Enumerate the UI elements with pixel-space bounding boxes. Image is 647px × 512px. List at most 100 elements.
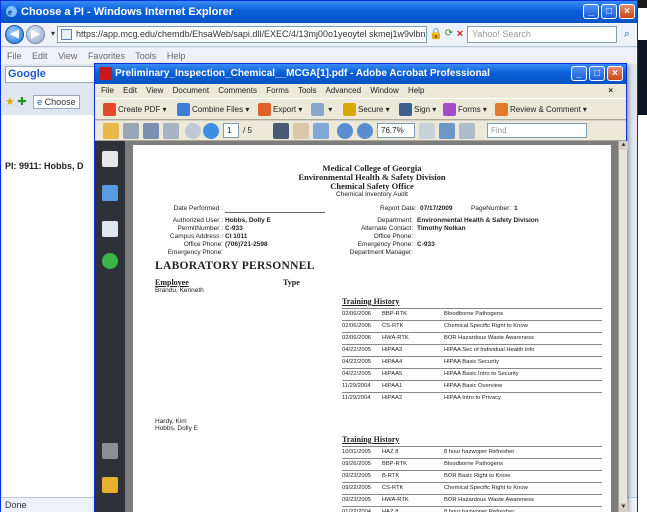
ie-menu-favorites[interactable]: Favorites bbox=[88, 51, 125, 61]
zoom-dropdown-icon[interactable] bbox=[419, 123, 435, 139]
how-to-icon[interactable] bbox=[102, 253, 118, 269]
ie-minimize-button[interactable]: _ bbox=[583, 4, 599, 19]
training-course: BOR Basic Right to Know bbox=[444, 473, 511, 479]
training-row: 09/23/2005 B-RTK BOR Basic Right to Know bbox=[342, 471, 602, 482]
menu-window[interactable]: Window bbox=[370, 86, 398, 95]
search-input[interactable]: Yahoo! Search bbox=[467, 26, 617, 43]
training-course: HIPAA Intro to Privacy bbox=[444, 395, 501, 401]
bookmarks-icon[interactable] bbox=[102, 185, 118, 201]
ie-menu-view[interactable]: View bbox=[58, 51, 77, 61]
google-toolbar[interactable]: Google bbox=[5, 66, 97, 83]
page-number-value: 1 bbox=[514, 205, 518, 212]
header-line-3: Chemical Safety Office bbox=[330, 181, 414, 191]
acrobat-close-button[interactable]: × bbox=[607, 66, 623, 81]
print-icon[interactable] bbox=[123, 123, 139, 139]
acrobat-minimize-button[interactable]: _ bbox=[571, 66, 587, 81]
training-row: 02/06/2006 BBP-RTK Bloodborne Pathogens bbox=[342, 309, 602, 320]
ie-menu-edit[interactable]: Edit bbox=[32, 51, 48, 61]
zoom-tool-icon[interactable] bbox=[313, 123, 329, 139]
ie-menu-tools[interactable]: Tools bbox=[135, 51, 156, 61]
menu-forms[interactable]: Forms bbox=[266, 86, 289, 95]
training-row: 09/26/2005 BBP-RTK Bloodborne Pathogens bbox=[342, 459, 602, 470]
ie-title-bar: e Choose a PI - Windows Internet Explore… bbox=[1, 1, 637, 23]
training-code: HIPAA3 bbox=[382, 347, 403, 353]
menu-help[interactable]: Help bbox=[408, 86, 424, 95]
alternate-contact-value: Timothy Nolkan bbox=[417, 225, 466, 232]
navigation-toolbar: 1 / 5 76.7% Find bbox=[95, 121, 626, 141]
ie-tab[interactable]: e Choose bbox=[33, 95, 80, 109]
menu-comments[interactable]: Comments bbox=[218, 86, 257, 95]
fit-page-icon[interactable] bbox=[439, 123, 455, 139]
training-date: 04/22/2005 bbox=[342, 371, 372, 377]
lock-icon[interactable]: 🔒 bbox=[429, 27, 443, 41]
menu-advanced[interactable]: Advanced bbox=[325, 86, 361, 95]
zoom-input[interactable]: 76.7% bbox=[377, 123, 415, 138]
department-label: Department: bbox=[377, 217, 413, 224]
ie-menu-bar: File Edit View Favorites Tools Help bbox=[1, 48, 637, 64]
menu-edit[interactable]: Edit bbox=[123, 86, 137, 95]
search-go-icon[interactable]: ⌕ bbox=[620, 27, 634, 41]
ie-menu-file[interactable]: File bbox=[7, 51, 22, 61]
comments-icon[interactable] bbox=[102, 477, 118, 493]
email-icon[interactable] bbox=[163, 123, 179, 139]
page-number-input[interactable]: 1 bbox=[223, 123, 239, 138]
export-button[interactable]: Export ▾ bbox=[258, 102, 302, 118]
lock-icon bbox=[343, 103, 356, 117]
scroll-down-icon[interactable]: ▼ bbox=[619, 503, 628, 512]
ie-maximize-button[interactable]: □ bbox=[601, 4, 617, 19]
training-code: HIPAA1 bbox=[382, 383, 403, 389]
pages-icon[interactable] bbox=[102, 151, 118, 167]
department-manager-label: Department Manager: bbox=[349, 249, 413, 256]
training-date: 09/23/2005 bbox=[342, 497, 372, 503]
select-tool-icon[interactable] bbox=[273, 123, 289, 139]
menu-tools[interactable]: Tools bbox=[298, 86, 317, 95]
page-icon bbox=[61, 29, 72, 40]
previous-page-icon[interactable] bbox=[185, 123, 201, 139]
save-icon[interactable] bbox=[143, 123, 159, 139]
review-comment-button[interactable]: Review & Comment ▾ bbox=[495, 102, 587, 118]
create-pdf-button[interactable]: Create PDF ▾ bbox=[103, 102, 166, 118]
zoom-out-icon[interactable] bbox=[337, 123, 353, 139]
forms-button[interactable]: Forms ▾ bbox=[443, 102, 487, 118]
document-button[interactable]: ▾ bbox=[311, 102, 332, 118]
acrobat-logo-icon bbox=[99, 67, 112, 80]
back-icon[interactable]: ◀ bbox=[5, 25, 24, 44]
emergency-phone-value-2: C-933 bbox=[417, 241, 435, 248]
menu-view[interactable]: View bbox=[146, 86, 163, 95]
address-bar[interactable]: https://app.mcg.edu/chemdb/EhsaWeb/sapi.… bbox=[57, 26, 427, 43]
training-row: 02/06/2006 HWA-RTK BOR Hazardous Waste Awa… bbox=[342, 333, 602, 344]
scroll-up-icon[interactable]: ▲ bbox=[619, 141, 628, 150]
sign-label: Sign bbox=[414, 105, 431, 114]
attachments-icon[interactable] bbox=[102, 443, 118, 459]
pen-icon bbox=[399, 103, 412, 117]
ie-close-button[interactable]: × bbox=[619, 4, 635, 19]
hand-tool-icon[interactable] bbox=[293, 123, 309, 139]
close-document-icon[interactable]: × bbox=[608, 84, 613, 98]
acrobat-maximize-button[interactable]: □ bbox=[589, 66, 605, 81]
add-favorites-icon[interactable]: ✚ bbox=[17, 96, 26, 108]
ie-menu-help[interactable]: Help bbox=[167, 51, 186, 61]
ie-tab-label: Choose bbox=[44, 97, 76, 107]
training-row: 10/31/2005 HAZ 8 8 hour hazwoper Refresher bbox=[342, 447, 602, 458]
menu-file[interactable]: File bbox=[101, 86, 114, 95]
menu-document[interactable]: Document bbox=[173, 86, 209, 95]
fit-width-icon[interactable] bbox=[459, 123, 475, 139]
acrobat-title-bar: Preliminary_Inspection_Chemical__MCGA[1]… bbox=[95, 64, 626, 84]
training-row: 09/23/2005 HWA-RTK BOR Hazardous Waste Awa… bbox=[342, 495, 602, 506]
favorites-star-icon[interactable]: ★ bbox=[5, 96, 15, 108]
stop-icon[interactable]: × bbox=[453, 27, 467, 41]
signatures-icon[interactable] bbox=[102, 221, 118, 237]
combine-files-button[interactable]: Combine Files ▾ bbox=[177, 102, 249, 118]
combine-files-label: Combine Files bbox=[192, 105, 244, 114]
next-page-icon[interactable] bbox=[203, 123, 219, 139]
find-input[interactable]: Find bbox=[487, 123, 587, 138]
zoom-in-icon[interactable] bbox=[357, 123, 373, 139]
training-course: HIPAA Basic Security bbox=[444, 359, 499, 365]
sign-button[interactable]: Sign ▾ bbox=[399, 102, 436, 118]
forward-icon[interactable]: ▶ bbox=[26, 25, 45, 44]
secure-button[interactable]: Secure ▾ bbox=[343, 102, 390, 118]
open-icon[interactable] bbox=[103, 123, 119, 139]
ie-logo-icon: e bbox=[6, 6, 17, 17]
create-pdf-icon bbox=[103, 103, 116, 117]
vertical-scrollbar[interactable]: ▲ ▼ bbox=[618, 141, 628, 512]
